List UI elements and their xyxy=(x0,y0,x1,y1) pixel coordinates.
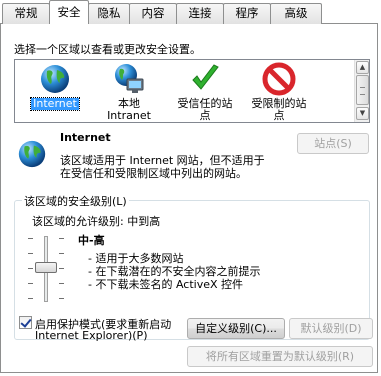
tab-connections[interactable]: 连接 xyxy=(176,3,224,24)
zone-trusted-line2: 点 xyxy=(199,109,211,122)
slider-tick xyxy=(28,298,33,299)
zone-restricted-line2: 点 xyxy=(273,109,285,122)
zone-description-line2: 在受信任和受限制区域中列出的网站。 xyxy=(60,167,247,180)
security-level-slider-thumb[interactable] xyxy=(35,262,57,273)
scroll-thumb[interactable] xyxy=(356,75,369,105)
slider-tick xyxy=(59,238,64,239)
zone-internet[interactable]: Internet xyxy=(19,62,91,122)
security-level-name: 中-高 xyxy=(78,234,105,247)
tab-strip: 常规 安全 隐私 内容 连接 程序 高级 xyxy=(0,0,381,24)
default-level-button[interactable]: 默认级别(D) xyxy=(289,318,373,339)
zone-local-intranet[interactable]: 本地 Intranet xyxy=(93,62,165,122)
zone-prompt: 选择一个区域以查看或更改安全设置。 xyxy=(14,43,201,56)
zone-list[interactable]: Internet 本地 Intranet 受信任的站 点 受限制的站 点 ▲ ▼ xyxy=(14,59,370,123)
tab-content[interactable]: 内容 xyxy=(129,3,177,24)
scroll-up-icon[interactable]: ▲ xyxy=(356,61,369,74)
zone-internet-label: Internet xyxy=(30,97,80,111)
tab-general[interactable]: 常规 xyxy=(2,3,50,24)
globe-icon xyxy=(41,65,69,93)
tab-advanced[interactable]: 高级 xyxy=(270,3,322,24)
slider-tick xyxy=(59,268,64,269)
red-forbidden-icon xyxy=(262,62,296,96)
sites-button[interactable]: 站点(S) xyxy=(297,133,369,154)
slider-tick xyxy=(28,253,33,254)
zone-restricted-sites[interactable]: 受限制的站 点 xyxy=(243,62,315,122)
selected-zone-title: Internet xyxy=(60,131,111,144)
tab-privacy[interactable]: 隐私 xyxy=(88,3,130,24)
protected-mode-checkbox[interactable] xyxy=(19,316,32,329)
protected-mode-label-line2: Internet Explorer)(P) xyxy=(35,329,148,342)
tab-security[interactable]: 安全 xyxy=(49,0,89,24)
scroll-down-icon[interactable]: ▼ xyxy=(356,107,369,120)
globe-icon xyxy=(18,140,46,168)
custom-level-button[interactable]: 自定义级别(C)... xyxy=(187,318,285,339)
slider-tick xyxy=(59,298,64,299)
slider-tick xyxy=(59,283,64,284)
allowed-levels-label: 该区域的允许级别: 中到高 xyxy=(32,215,161,228)
zone-list-scrollbar[interactable]: ▲ ▼ xyxy=(354,60,369,122)
slider-tick xyxy=(59,253,64,254)
security-level-group-title: 该区域的安全级别(L) xyxy=(22,193,129,209)
slider-tick xyxy=(28,283,33,284)
tab-programs[interactable]: 程序 xyxy=(223,3,271,24)
zone-trusted-sites[interactable]: 受信任的站 点 xyxy=(169,62,241,122)
reset-all-zones-button[interactable]: 将所有区域重置为默认级别(R) xyxy=(187,346,373,367)
slider-tick xyxy=(28,238,33,239)
slider-tick xyxy=(28,268,33,269)
local-intranet-icon xyxy=(115,64,144,93)
level-bullet-3: - 不下载未签名的 ActiveX 控件 xyxy=(88,278,244,291)
green-check-icon xyxy=(192,64,219,90)
zone-local-intranet-line2: Intranet xyxy=(107,109,151,122)
